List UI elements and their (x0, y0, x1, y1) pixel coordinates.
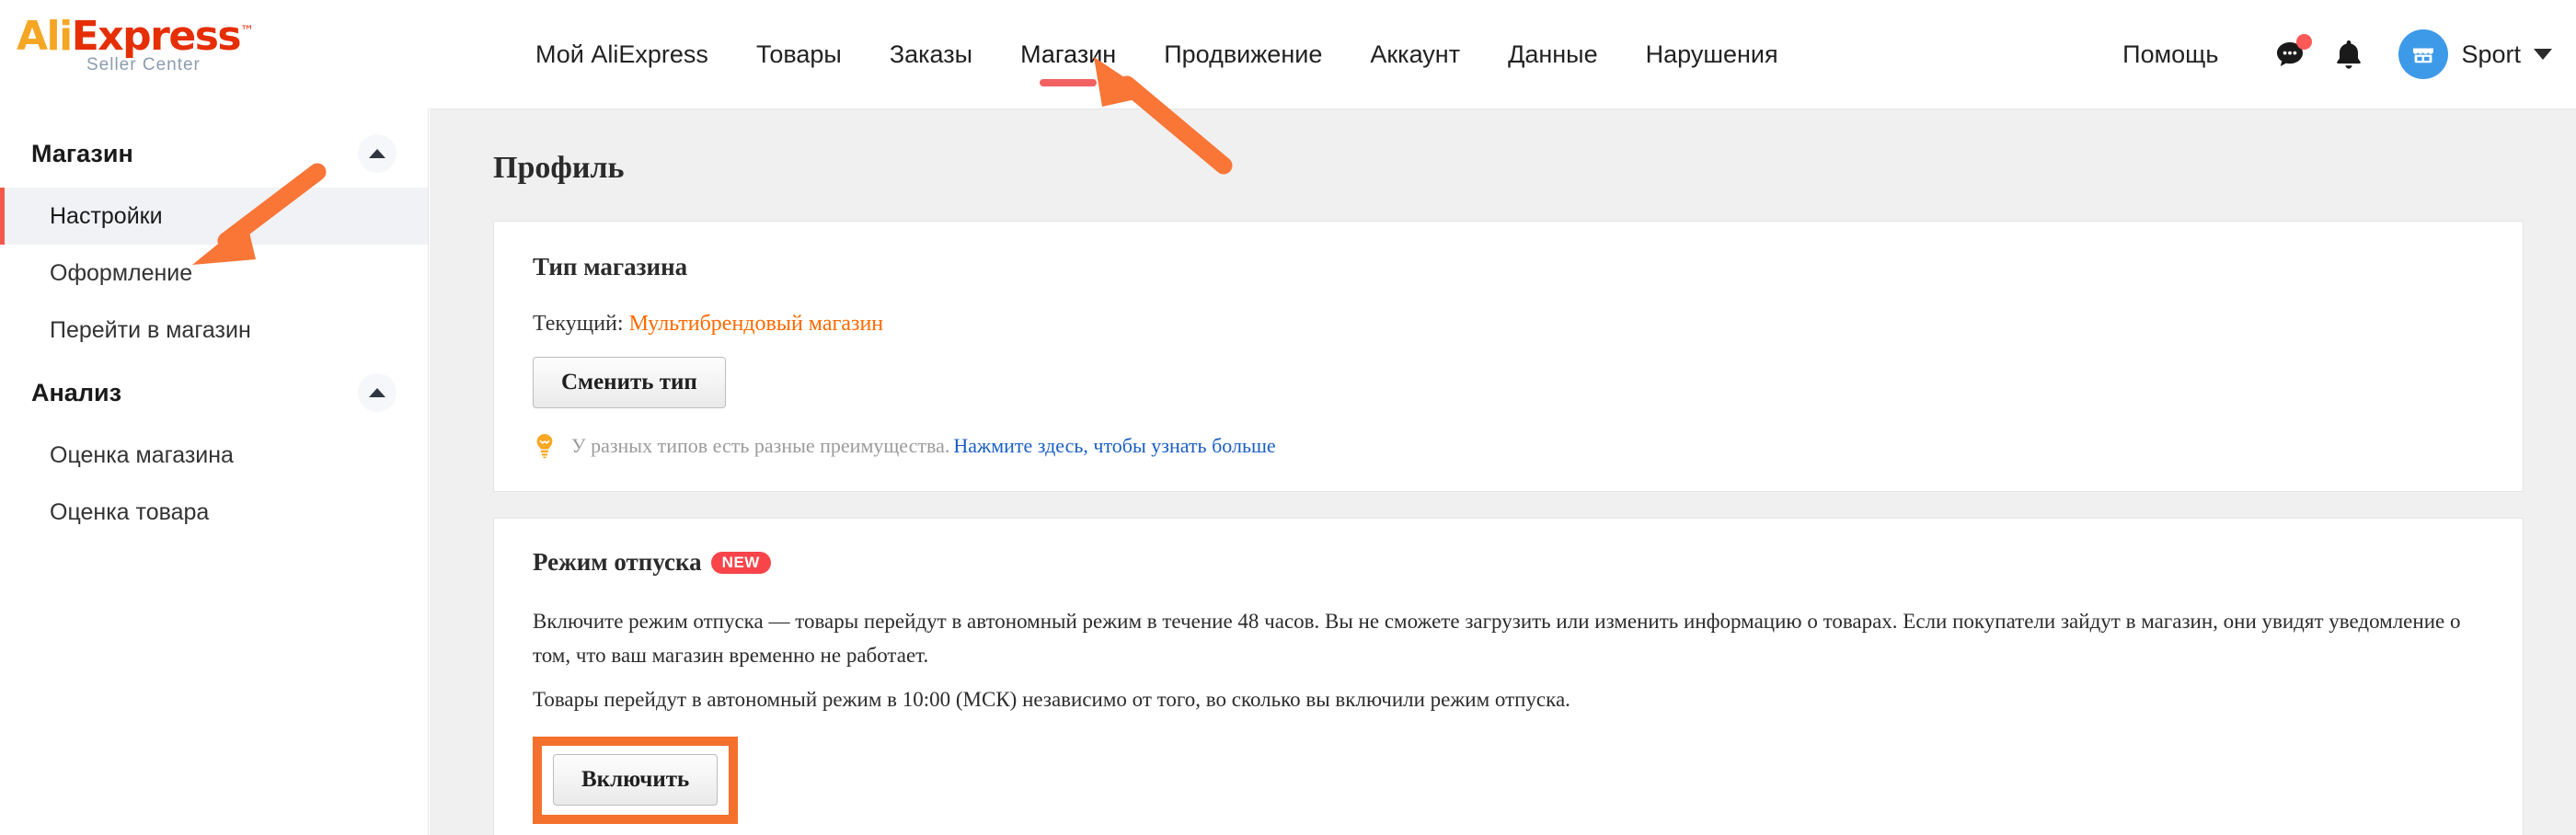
nav-item-promotion[interactable]: Продвижение (1140, 0, 1346, 109)
vacation-mode-card-title: Режим отпуска NEW (533, 548, 2484, 577)
messages-unread-badge (2296, 34, 2313, 50)
store-type-hint: У разных типов есть разные преимущества.… (533, 432, 2484, 460)
sidebar-item-go-to-store[interactable]: Перейти в магазин (0, 302, 428, 359)
nav-item-account[interactable]: Аккаунт (1346, 0, 1484, 109)
enable-vacation-mode-button[interactable]: Включить (553, 753, 719, 806)
sidebar-item-go-to-store-label: Перейти в магазин (50, 316, 251, 343)
vacation-mode-paragraph-2: Товары перейдут в автономный режим в 10:… (533, 687, 1570, 711)
sidebar-item-decoration-label: Оформление (50, 259, 193, 286)
nav-item-products[interactable]: Товары (732, 0, 866, 109)
store-type-card-title: Тип магазина (533, 253, 688, 280)
chevron-up-icon[interactable] (358, 373, 397, 412)
logo-ali-text: Ali (17, 13, 73, 60)
highlight-box-enable-button: Включить (533, 736, 739, 824)
help-link[interactable]: Помощь (2122, 40, 2218, 69)
top-header: AliExpress™ Seller Center Мой AliExpress… (0, 0, 2576, 109)
current-store-type-row: Текущий: Мультибрендовый магазин (533, 312, 2484, 337)
current-store-type-label: Текущий: (533, 312, 624, 336)
logo-express-text: Express (71, 13, 242, 60)
vacation-mode-paragraph-1: Включите режим отпуска — товары перейдут… (533, 610, 2461, 668)
sidebar-item-settings[interactable]: Настройки (0, 188, 428, 245)
logo-trademark-icon: ™ (240, 22, 255, 40)
shop-icon (2413, 48, 2434, 63)
logo-wordmark: AliExpress™ (17, 17, 265, 57)
nav-item-store[interactable]: Магазин (996, 0, 1140, 109)
header-right-cluster: Помощь Sport (2122, 0, 2552, 109)
current-store-type-value: Мультибрендовый магазин (628, 312, 884, 336)
sidebar-group-store-label: Магазин (31, 139, 133, 167)
notifications-button[interactable] (2319, 25, 2378, 84)
sidebar-group-analysis[interactable]: Анализ (0, 359, 428, 427)
avatar (2398, 29, 2449, 79)
nav-item-orders[interactable]: Заказы (866, 0, 996, 109)
sidebar-group-analysis-label: Анализ (31, 378, 121, 406)
sidebar: Магазин Настройки Оформление Перейти в м… (0, 109, 429, 835)
messages-button[interactable] (2260, 25, 2319, 84)
user-name-label: Sport (2461, 40, 2521, 68)
main-content: Профиль Тип магазина Текущий: Мультибрен… (430, 109, 2576, 835)
lightbulb-icon (533, 432, 557, 460)
sidebar-group-store[interactable]: Магазин (0, 120, 428, 188)
sidebar-item-store-rating[interactable]: Оценка магазина (0, 427, 428, 484)
sidebar-item-product-rating-label: Оценка товара (50, 498, 210, 525)
store-type-hint-link[interactable]: Нажмите здесь, чтобы узнать больше (953, 434, 1275, 458)
store-type-hint-text: У разных типов есть разные преимущества. (571, 434, 950, 457)
user-menu[interactable]: Sport (2398, 29, 2552, 79)
sidebar-item-decoration[interactable]: Оформление (0, 245, 428, 302)
nav-item-data[interactable]: Данные (1484, 0, 1622, 109)
vacation-mode-title-text: Режим отпуска (533, 548, 702, 576)
sidebar-item-settings-label: Настройки (50, 202, 163, 229)
chevron-up-icon[interactable] (358, 134, 397, 173)
store-type-card: Тип магазина Текущий: Мультибрендовый ма… (493, 221, 2524, 492)
aliexpress-seller-center-logo[interactable]: AliExpress™ Seller Center (17, 17, 265, 88)
seller-center-page: AliExpress™ Seller Center Мой AliExpress… (0, 0, 2576, 835)
change-store-type-button[interactable]: Сменить тип (533, 357, 726, 408)
sidebar-item-product-rating[interactable]: Оценка товара (0, 484, 428, 541)
chevron-down-icon (2534, 49, 2552, 60)
sidebar-item-store-rating-label: Оценка магазина (50, 441, 234, 468)
bell-icon (2337, 40, 2362, 69)
page-title: Профиль (493, 151, 625, 185)
nav-item-my-aliexpress[interactable]: Мой AliExpress (512, 0, 732, 109)
vacation-mode-card: Режим отпуска NEW Включите режим отпуска… (493, 518, 2524, 835)
nav-item-violations[interactable]: Нарушения (1622, 0, 1802, 109)
new-badge: NEW (710, 551, 771, 574)
primary-navigation: Мой AliExpress Товары Заказы Магазин Про… (512, 0, 1802, 109)
